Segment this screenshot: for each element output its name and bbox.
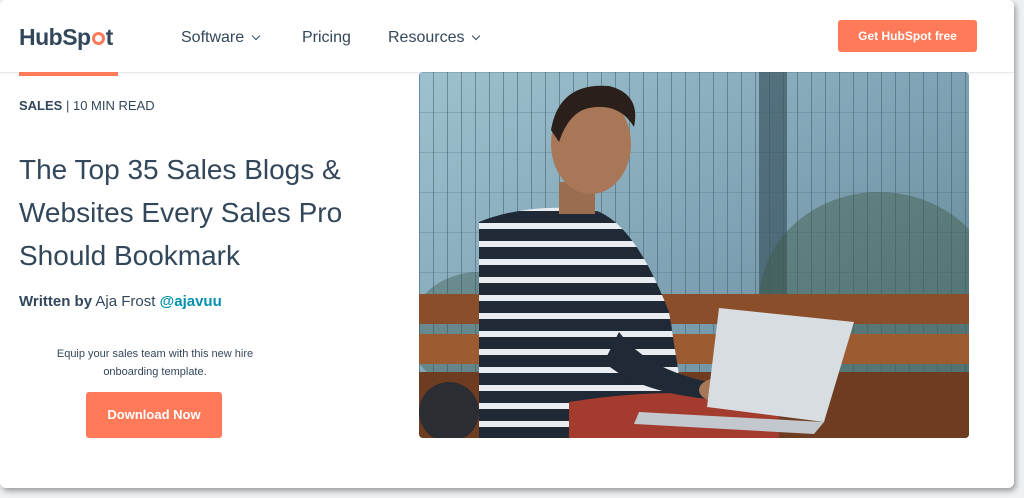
category-link[interactable]: SALES [19,98,62,113]
nav-item-resources[interactable]: Resources [388,29,481,47]
article-meta: SALES | 10 MIN READ [19,98,155,113]
nav-label: Pricing [302,29,351,46]
site-header: HubSp t Software Pricing Resources Get Hu… [0,0,1014,73]
hubspot-logo[interactable]: HubSp t [19,24,113,51]
download-now-button[interactable]: Download Now [86,392,222,438]
author-name[interactable]: Aja Frost [95,293,155,310]
browser-page: HubSp t Software Pricing Resources Get Hu… [0,0,1014,488]
promo-text: Equip your sales team with this new hire… [56,348,254,378]
hero-image [419,72,969,438]
byline: Written by Aja Frost @ajavuu [19,293,222,310]
read-time: 10 MIN READ [72,98,155,113]
nav-item-software[interactable]: Software [181,29,261,47]
byline-label: Written by [19,293,93,310]
article-title: The Top 35 Sales Blogs & Websites Every … [19,154,343,271]
nav-label: Software [181,29,245,46]
meta-separator: | [65,98,70,113]
nav-item-pricing[interactable]: Pricing [302,29,351,47]
logo-text-left: HubSp [19,24,91,50]
chevron-down-icon [251,31,261,41]
get-hubspot-free-button[interactable]: Get HubSpot free [838,20,977,52]
author-twitter-link[interactable]: @ajavuu [160,293,222,310]
hero-photo-illustration [419,72,969,438]
accent-bar [19,72,118,76]
chevron-down-icon [472,31,481,41]
sprocket-icon [91,32,105,45]
logo-text-right: t [105,24,114,50]
nav-label: Resources [388,29,465,46]
